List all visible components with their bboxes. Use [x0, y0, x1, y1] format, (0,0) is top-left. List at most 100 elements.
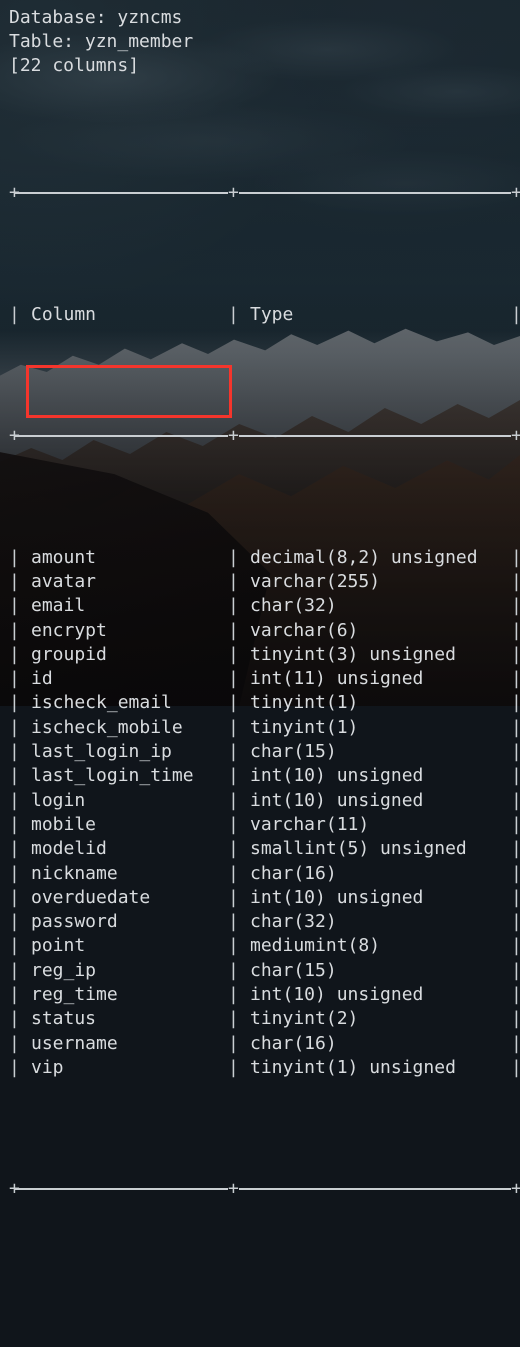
cell-column-type: tinyint(1): [250, 691, 358, 715]
row-bar-right: |: [511, 789, 520, 813]
row-bar-middle: |: [228, 764, 239, 788]
cell-column-name: email: [31, 594, 85, 618]
border-segment-left: [15, 192, 228, 194]
row-bar-left: |: [9, 691, 20, 715]
row-bar-left: |: [9, 667, 20, 691]
table-row: |ischeck_mobile|tinyint(1)|: [0, 716, 520, 740]
row-bar-middle: |: [228, 959, 239, 983]
row-bar-middle: |: [228, 716, 239, 740]
table-row: | point | mediumint(8) |: [0, 934, 520, 958]
row-bar-right: |: [511, 934, 520, 958]
row-bar-middle: |: [228, 886, 239, 910]
row-bar-middle: |: [228, 594, 239, 618]
row-bar-right: |: [511, 764, 520, 788]
cell-column-name: password: [31, 910, 118, 934]
table-row: |status|tinyint(2)|: [0, 1007, 520, 1031]
row-bar-middle: |: [228, 643, 239, 667]
cell-column-name: ischeck_email: [31, 691, 172, 715]
cell-column-name: amount: [31, 546, 96, 570]
row-bar-left: |: [9, 934, 20, 958]
row-bar-right: |: [511, 691, 520, 715]
cell-column-name: last_login_ip: [31, 740, 172, 764]
border-segment-left: [15, 1188, 228, 1190]
cell-column-name: username: [31, 1032, 118, 1056]
row-bar-right: |: [511, 862, 520, 886]
terminal-output: Database: yzncms Table: yzn_member [22 c…: [0, 0, 520, 706]
row-bar-left: |: [9, 764, 20, 788]
cell-column-type: tinyint(3) unsigned: [250, 643, 456, 667]
row-bar-left: |: [9, 1056, 20, 1080]
row-bar-middle: |: [228, 837, 239, 861]
table-body: |amount|decimal(8,2) unsigned||avatar|va…: [0, 546, 520, 1081]
row-bar-middle: |: [228, 619, 239, 643]
row-bar-right: |: [511, 594, 520, 618]
cell-column-type: decimal(8,2) unsigned: [250, 546, 478, 570]
cell-column-name: status: [31, 1007, 96, 1031]
row-bar-left: |: [9, 983, 20, 1007]
row-bar-left: |: [9, 619, 20, 643]
row-bar-middle: |: [228, 1056, 239, 1080]
row-bar-middle: |: [228, 740, 239, 764]
cell-column-name: point: [31, 934, 85, 958]
database-line: Database: yzncms: [9, 6, 182, 30]
row-bar-middle: |: [228, 303, 239, 327]
cell-column-type: mediumint(8): [250, 934, 380, 958]
border-segment-right: [239, 435, 511, 437]
table-row: |groupid|tinyint(3) unsigned|: [0, 643, 520, 667]
row-bar-right: |: [511, 983, 520, 1007]
row-bar-left: |: [9, 813, 20, 837]
table-row: |reg_time|int(10) unsigned|: [0, 983, 520, 1007]
row-bar-left: |: [9, 716, 20, 740]
cell-column-type: varchar(11): [250, 813, 369, 837]
cell-column-name: login: [31, 789, 85, 813]
row-bar-middle: |: [228, 546, 239, 570]
border-plus-middle: +: [228, 424, 239, 448]
row-bar-right: |: [511, 910, 520, 934]
row-bar-right: |: [511, 570, 520, 594]
cell-column-name: reg_ip: [31, 959, 96, 983]
row-bar-middle: |: [228, 570, 239, 594]
row-bar-left: |: [9, 643, 20, 667]
row-bar-right: |: [511, 643, 520, 667]
row-bar-middle: |: [228, 862, 239, 886]
table-row: |modelid|smallint(5) unsigned|: [0, 837, 520, 861]
table-row: |avatar|varchar(255)|: [0, 570, 520, 594]
table-row: |nickname|char(16)|: [0, 862, 520, 886]
row-bar-right: |: [511, 303, 520, 327]
cell-column-type: tinyint(1) unsigned: [250, 1056, 456, 1080]
row-bar-right: |: [511, 716, 520, 740]
row-bar-left: |: [9, 570, 20, 594]
cell-column-type: int(10) unsigned: [250, 983, 423, 1007]
row-bar-left: |: [9, 837, 20, 861]
table-row: |last_login_time|int(10) unsigned|: [0, 764, 520, 788]
column-count-line: [22 columns]: [9, 54, 139, 78]
row-bar-right: |: [511, 1032, 520, 1056]
cell-column-type: char(32): [250, 594, 337, 618]
cell-column-name: ischeck_mobile: [31, 716, 183, 740]
cell-column-name: avatar: [31, 570, 96, 594]
row-bar-left: |: [9, 886, 20, 910]
cell-column-name: nickname: [31, 862, 118, 886]
row-bar-left: |: [9, 740, 20, 764]
cell-column-type: char(32): [250, 910, 337, 934]
cell-column-type: varchar(6): [250, 619, 358, 643]
cell-column-name: encrypt: [31, 619, 107, 643]
row-bar-middle: |: [228, 934, 239, 958]
row-bar-middle: |: [228, 813, 239, 837]
table-row: |last_login_ip|char(15)|: [0, 740, 520, 764]
border-segment-right: [239, 192, 511, 194]
row-bar-middle: |: [228, 691, 239, 715]
cell-column-name: last_login_time: [31, 764, 194, 788]
header-cell-column: Column: [31, 303, 96, 327]
border-plus-right: +: [511, 424, 520, 448]
row-bar-middle: |: [228, 667, 239, 691]
row-bar-right: |: [511, 1056, 520, 1080]
cell-column-name: overduedate: [31, 886, 150, 910]
cell-column-name: reg_time: [31, 983, 118, 1007]
row-bar-left: |: [9, 789, 20, 813]
row-bar-left: |: [9, 910, 20, 934]
cell-column-type: int(11) unsigned: [250, 667, 423, 691]
table-row: |mobile|varchar(11)|: [0, 813, 520, 837]
table-row: |amount|decimal(8,2) unsigned|: [0, 546, 520, 570]
cell-column-name: modelid: [31, 837, 107, 861]
